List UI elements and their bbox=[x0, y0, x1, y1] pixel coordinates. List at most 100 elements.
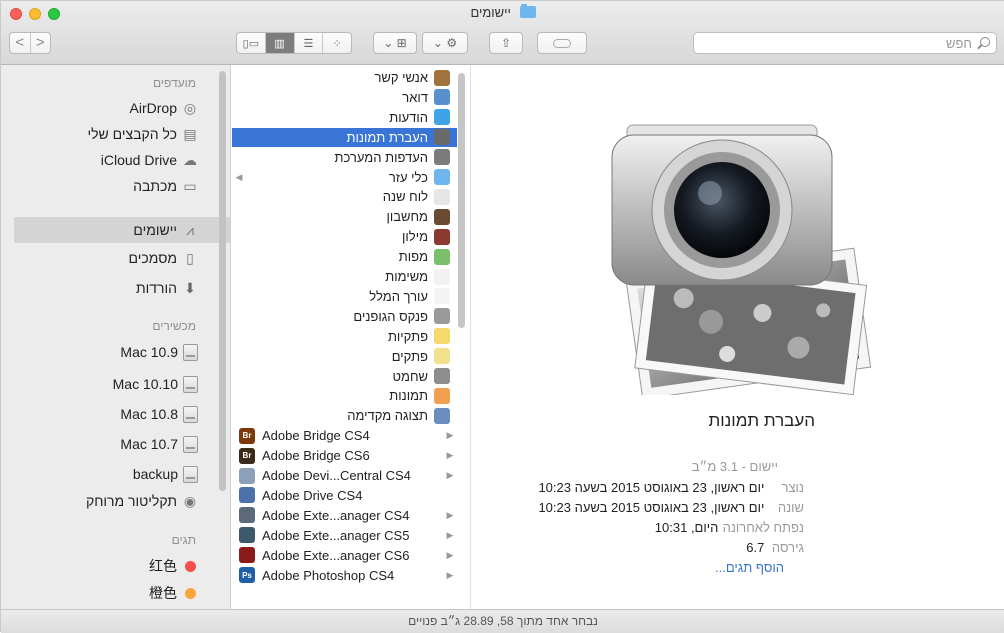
edit-tags-button[interactable] bbox=[537, 32, 587, 54]
system-preferences-icon bbox=[434, 149, 450, 166]
chevron-right-icon: ▶ bbox=[446, 470, 454, 480]
adobe-photoshop-icon: Ps bbox=[239, 567, 255, 583]
app-list-item[interactable]: מילון bbox=[232, 227, 457, 246]
status-bar: נבחר אחד מתוך 58, 28.89 ג״ב פנויים bbox=[1, 609, 1004, 633]
navigation-buttons: < > bbox=[9, 32, 51, 54]
sidebar-item-device[interactable]: backup bbox=[133, 463, 198, 485]
app-list-item[interactable]: תצוגה מקדימה bbox=[232, 406, 457, 425]
sidebar-item-documents[interactable]: ▯ מסמכים bbox=[129, 247, 198, 269]
app-list-item[interactable]: תמונות bbox=[232, 386, 457, 405]
app-list-item[interactable]: מחשבון bbox=[232, 207, 457, 226]
app-list-item[interactable]: Br Adobe Bridge CS6 ▶ bbox=[232, 446, 457, 465]
preview-opened-key: נפתח לאחרונה bbox=[722, 520, 804, 535]
app-list-item-label: Adobe Photoshop CS4 bbox=[262, 567, 395, 583]
app-list-item-label: תמונות bbox=[389, 388, 428, 404]
sidebar-item-label: יישומים bbox=[133, 222, 177, 238]
sidebar-item-device[interactable]: Mac 10.9 bbox=[120, 341, 198, 363]
app-list-item[interactable]: שחמט bbox=[232, 367, 457, 386]
app-list-item[interactable]: כלי עזר ◀ bbox=[232, 168, 457, 187]
adobe-bridge-icon: Br bbox=[239, 427, 255, 444]
app-list-item[interactable]: פתקים bbox=[232, 347, 457, 366]
tag-color-dot-orange-icon bbox=[182, 585, 198, 601]
forward-button[interactable]: > bbox=[29, 33, 51, 53]
search-input[interactable] bbox=[694, 33, 996, 53]
applications-folder-icon bbox=[519, 4, 536, 18]
notes-icon bbox=[434, 348, 450, 365]
reminders-icon bbox=[434, 268, 450, 285]
arrange-button[interactable]: ⌄ ⊞ bbox=[373, 32, 417, 54]
action-button[interactable]: ⌄ ⚙ bbox=[422, 32, 468, 54]
app-list-item[interactable]: משימות bbox=[232, 267, 457, 286]
app-list-item[interactable]: Adobe Devi...Central CS4 ▶ bbox=[232, 466, 457, 485]
app-list-item[interactable]: העברת תמונות bbox=[232, 127, 457, 147]
window-title-label: יישומים bbox=[470, 5, 511, 20]
app-list-item[interactable]: דואר bbox=[232, 88, 457, 107]
app-list-item-label: עורך המלל bbox=[369, 288, 428, 304]
chevron-right-icon: ▶ bbox=[446, 450, 454, 461]
app-list-item[interactable]: פנקס הגופנים bbox=[232, 307, 457, 326]
sidebar-scrollbar[interactable] bbox=[219, 71, 226, 491]
sidebar-item-desktop[interactable]: ▭ מכתבה bbox=[133, 175, 198, 197]
sidebar-item-device[interactable]: Mac 10.10 bbox=[113, 373, 198, 395]
disk-icon bbox=[183, 435, 198, 453]
chevron-right-icon: ▶ bbox=[446, 549, 454, 560]
app-list-item[interactable]: העדפות המערכת bbox=[232, 148, 457, 167]
search-field[interactable] bbox=[693, 32, 997, 54]
app-list-item[interactable]: הודעות bbox=[232, 108, 457, 127]
cover-flow-view-icon[interactable]: ▯▭ bbox=[237, 33, 265, 53]
app-list-item[interactable]: אנשי קשר bbox=[232, 68, 457, 87]
preview-created-value: יום ראשון, 23 באוגוסט 2015 בשעה 10:23 bbox=[538, 480, 765, 495]
sidebar-item-tag-orange[interactable]: 橙色 bbox=[149, 582, 198, 604]
sidebar-item-airdrop[interactable]: ◎ AirDrop bbox=[130, 97, 198, 119]
disk-icon bbox=[183, 375, 198, 393]
column-scrollbar[interactable] bbox=[458, 73, 465, 328]
app-list-item[interactable]: לוח שנה bbox=[232, 187, 457, 206]
app-list-item[interactable]: Adobe Exte...anager CS4 ▶ bbox=[232, 506, 457, 525]
app-list-item-label: פנקס הגופנים bbox=[353, 308, 428, 324]
app-list-item[interactable]: Adobe Exte...anager CS5 ▶ bbox=[232, 526, 457, 545]
preview-modified-value: יום ראשון, 23 באוגוסט 2015 בשעה 10:23 bbox=[538, 500, 765, 515]
preview-version-row: גירסה 6.7 bbox=[746, 540, 804, 555]
preview-pane: העברת תמונות יישום - 3.1 מ״ב נוצר יום רא… bbox=[472, 65, 1004, 609]
column-view-icon[interactable]: ▥ bbox=[264, 33, 294, 53]
app-list-item[interactable]: פתקיות bbox=[232, 327, 457, 346]
app-list-item[interactable]: Br Adobe Bridge CS4 ▶ bbox=[232, 426, 457, 445]
sidebar-item-all-my-files[interactable]: ▤ כל הקבצים שלי bbox=[87, 123, 198, 145]
disk-icon bbox=[183, 465, 198, 483]
sidebar-item-downloads[interactable]: ⬇ הורדות bbox=[136, 277, 198, 299]
sidebar-item-label: 红色 bbox=[149, 558, 177, 574]
sidebar-item-device[interactable]: Mac 10.7 bbox=[120, 433, 198, 455]
sidebar-item-tag-red[interactable]: 红色 bbox=[149, 555, 198, 577]
app-list-item[interactable]: עורך המלל bbox=[232, 287, 457, 306]
app-list-item-label: פתקיות bbox=[387, 328, 428, 344]
share-button[interactable]: ⇧ bbox=[489, 32, 523, 54]
sidebar-header-favorites: מועדפים bbox=[153, 76, 196, 90]
mail-icon bbox=[434, 89, 450, 106]
sidebar-item-icloud-drive[interactable]: ☁ iCloud Drive bbox=[101, 149, 198, 171]
back-button[interactable]: < bbox=[10, 33, 30, 53]
sidebar-item-label: iCloud Drive bbox=[100, 152, 177, 168]
app-list-item-label: Adobe Exte...anager CS4 bbox=[262, 507, 410, 523]
app-list-item-label: שחמט bbox=[392, 368, 428, 384]
chess-icon bbox=[434, 368, 450, 384]
preview-kind: יישום - 3.1 מ״ב bbox=[691, 459, 778, 474]
app-list-item[interactable]: Adobe Exte...anager CS6 ▶ bbox=[232, 546, 457, 565]
icon-view-icon[interactable]: ⁘ bbox=[322, 33, 351, 53]
sidebar-header-tags: תגים bbox=[171, 533, 196, 547]
app-list-item[interactable]: Adobe Drive CS4 bbox=[232, 486, 457, 505]
sidebar-item-device[interactable]: Mac 10.8 bbox=[120, 403, 198, 425]
list-view-icon[interactable]: ☰ bbox=[293, 33, 323, 53]
app-list-item-label: Adobe Bridge CS4 bbox=[262, 428, 370, 444]
preview-opened-value: היום, 10:31 bbox=[654, 520, 719, 535]
adobe-bridge-icon: Br bbox=[239, 447, 255, 464]
app-list-item-label: תצוגה מקדימה bbox=[347, 408, 428, 424]
sidebar-item-label: Mac 10.10 bbox=[112, 376, 178, 392]
app-list-item[interactable]: Ps Adobe Photoshop CS4 ▶ bbox=[232, 566, 457, 585]
app-list-item-label: Adobe Exte...anager CS5 bbox=[262, 527, 410, 543]
sidebar-item-label: backup bbox=[132, 466, 178, 482]
add-tags-link[interactable]: הוסף תגים... bbox=[715, 560, 784, 575]
app-list-item[interactable]: מפות bbox=[232, 247, 457, 266]
remote-disc-icon: ◉ bbox=[183, 492, 197, 509]
sidebar-item-remote-disc[interactable]: ◉ תקליטור מרוחק bbox=[86, 490, 198, 512]
sidebar-item-applications[interactable]: ⩘ יישומים bbox=[14, 217, 230, 243]
